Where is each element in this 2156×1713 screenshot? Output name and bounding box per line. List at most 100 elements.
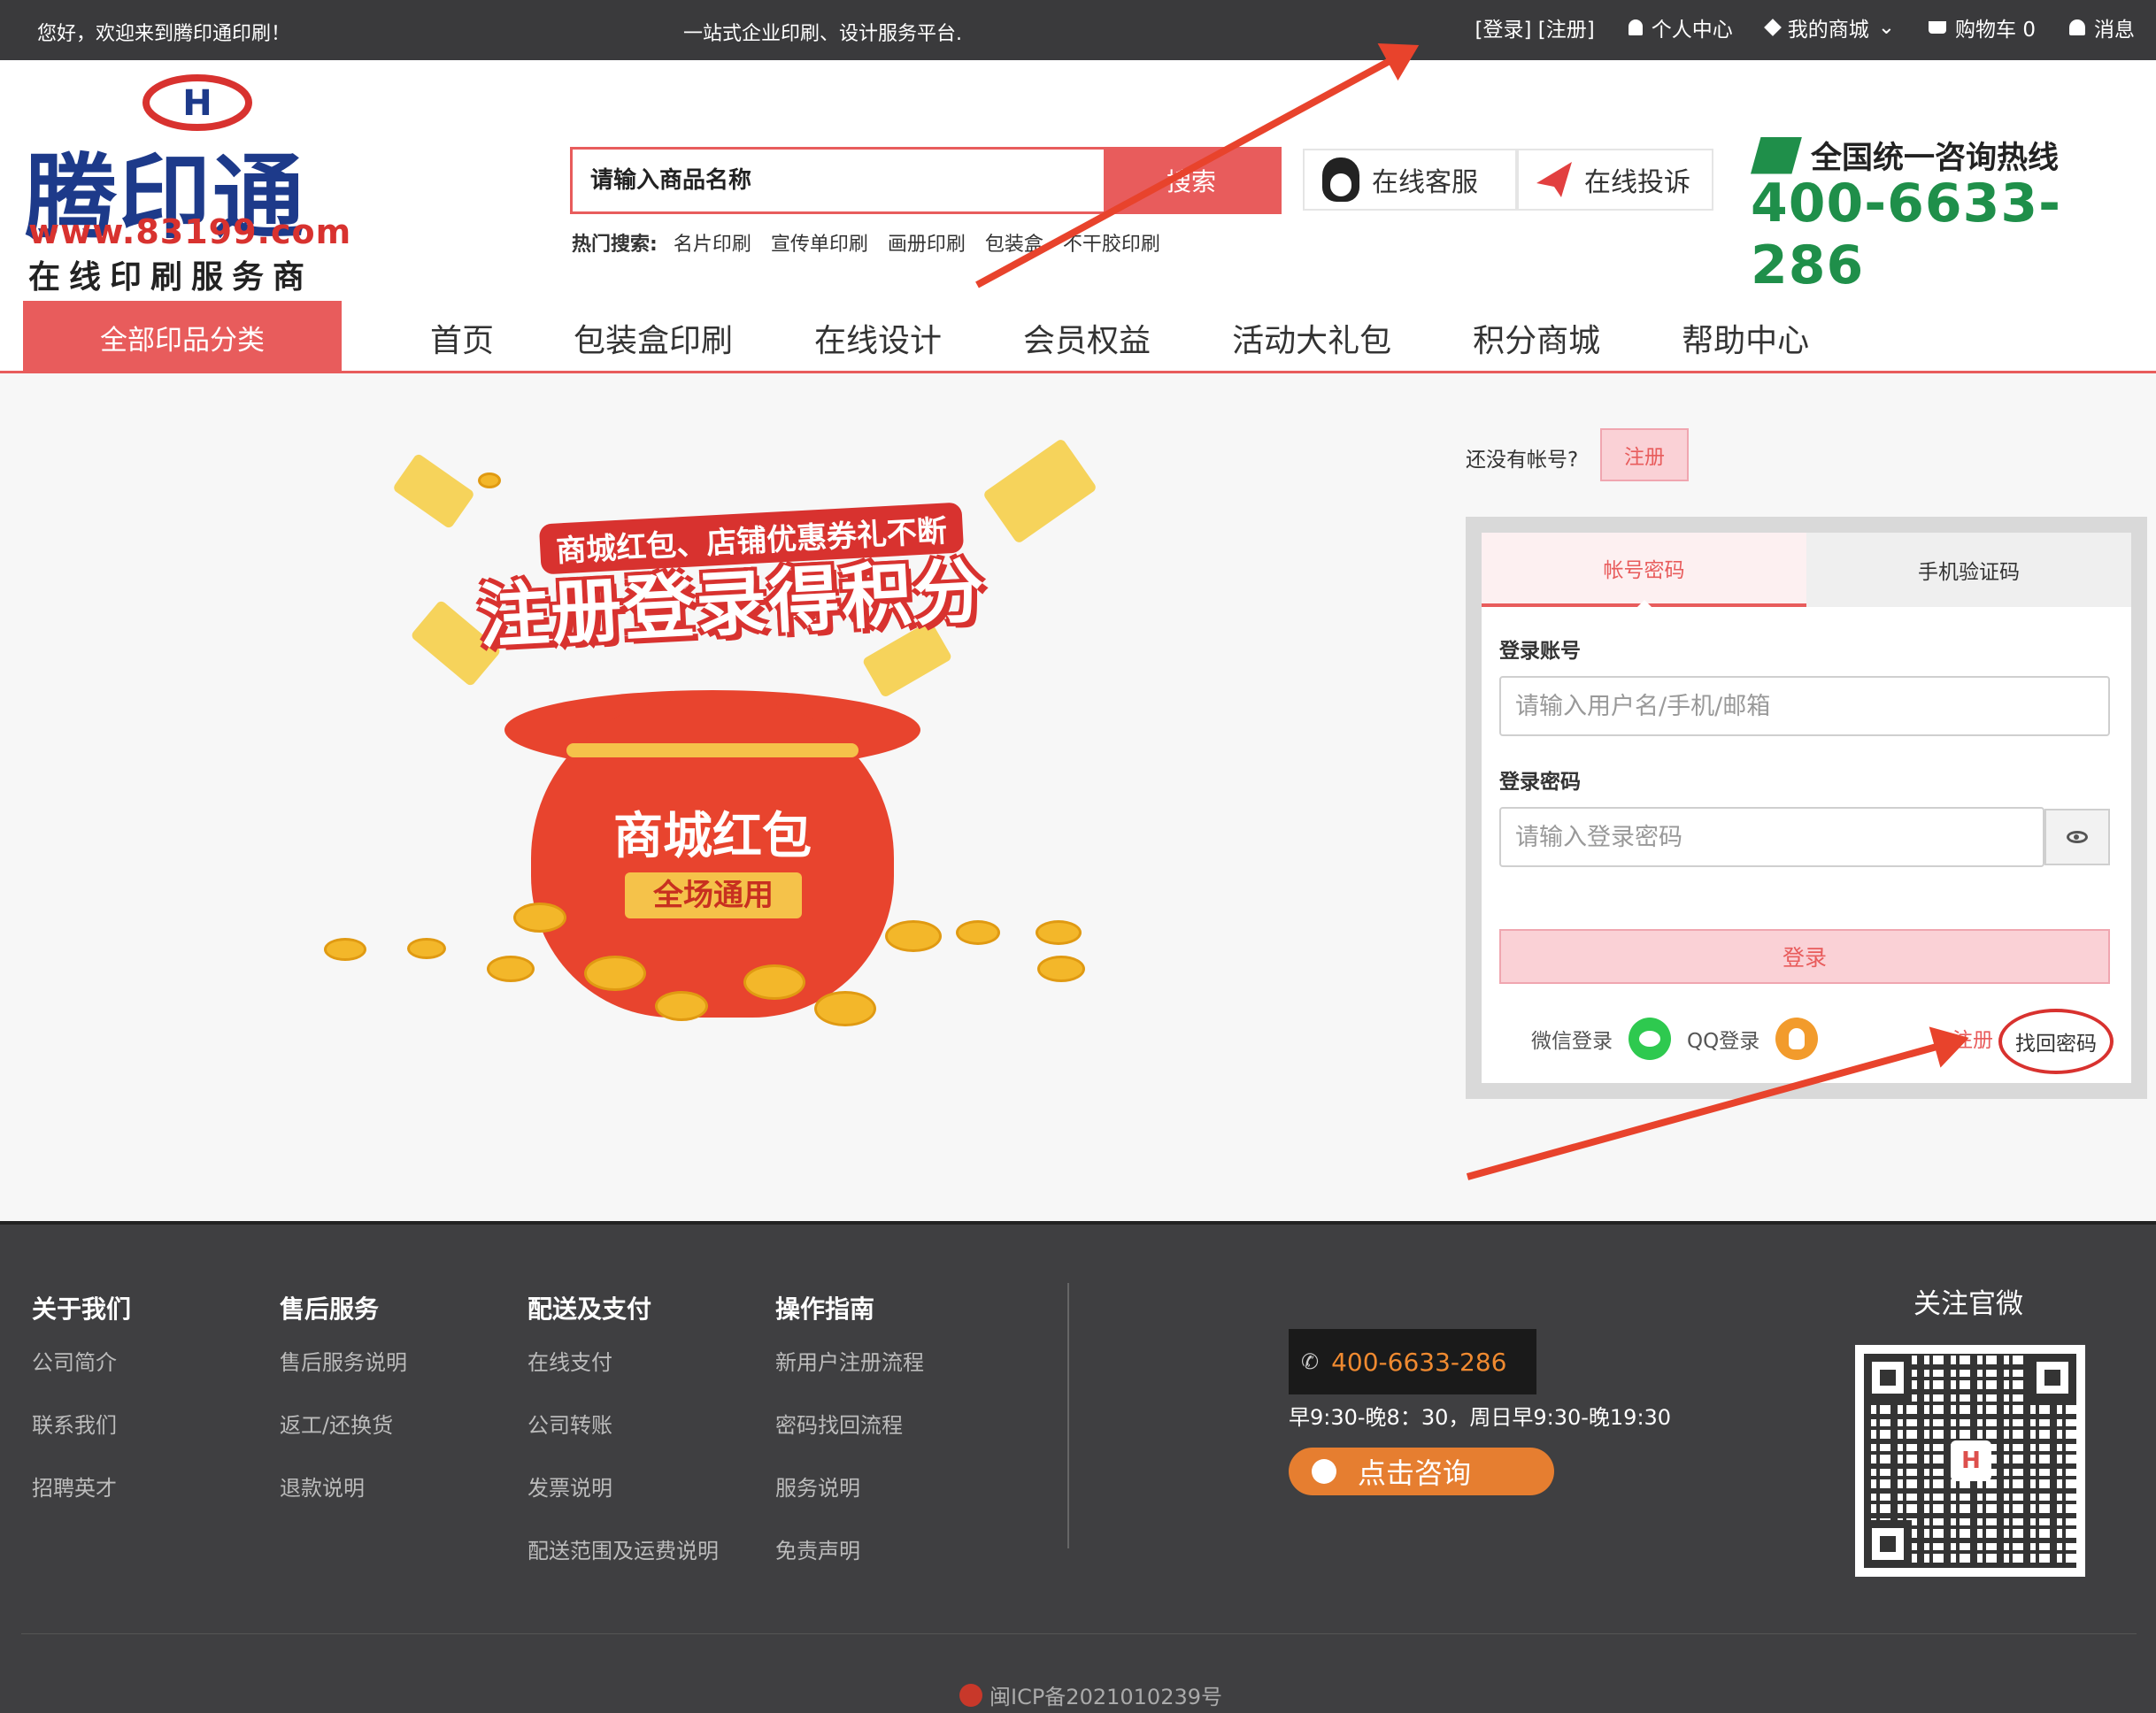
envelope-decoration <box>982 437 1098 545</box>
wechat-login[interactable]: 微信登录 <box>1531 1018 1671 1060</box>
footer-link[interactable]: 招聘英才 <box>32 1471 131 1502</box>
wechat-icon <box>1629 1018 1671 1060</box>
hot-search-item[interactable]: 宣传单印刷 <box>771 228 868 257</box>
coin-decoration <box>478 472 501 488</box>
online-service-label: 在线客服 <box>1372 167 1478 198</box>
nav-item-home[interactable]: 首页 <box>430 315 494 361</box>
login-form: 帐号密码 手机验证码 登录账号 登录密码 登录 微信登录 QQ登录 注册 找回密… <box>1482 533 2131 1083</box>
cart-link[interactable]: 购物车 0 <box>1929 12 2036 42</box>
footer-link[interactable]: 退款说明 <box>280 1471 407 1502</box>
follow-title: 关注官微 <box>1913 1288 2023 1320</box>
footer-link[interactable]: 公司转账 <box>527 1408 719 1439</box>
coin-decoration <box>814 991 876 1026</box>
consult-label: 点击咨询 <box>1358 1456 1472 1490</box>
footer-separator <box>21 1633 2137 1634</box>
coin-decoration <box>487 956 535 982</box>
my-store-link[interactable]: 我的商城 ⌄ <box>1763 12 1895 42</box>
bag-subtitle: 全场通用 <box>625 872 802 918</box>
nav-item-online-design[interactable]: 在线设计 <box>814 315 942 361</box>
login-register-link[interactable]: [登录] [注册] <box>1475 12 1595 42</box>
footer-link[interactable]: 免责声明 <box>775 1533 924 1564</box>
qq-icon <box>1775 1018 1819 1060</box>
footer-column-title: 操作指南 <box>775 1294 875 1324</box>
nav-item-help[interactable]: 帮助中心 <box>1682 315 1809 361</box>
coin-decoration <box>513 903 566 933</box>
cart-label: 购物车 0 <box>1955 19 2036 42</box>
footer-hours: 早9:30-晚8：30，周日早9:30-晚19:30 <box>1289 1405 1672 1430</box>
complaint-button[interactable]: 在线投诉 <box>1517 149 1713 211</box>
user-icon <box>1628 19 1643 35</box>
show-password-toggle[interactable] <box>2044 809 2110 865</box>
no-account-text: 还没有帐号? <box>1466 449 1579 472</box>
coin-decoration <box>743 964 805 1000</box>
footer-link[interactable]: 售后服务说明 <box>280 1345 407 1376</box>
qr-pattern: H <box>1864 1354 2076 1568</box>
footer-link[interactable]: 在线支付 <box>527 1345 719 1376</box>
footer-link[interactable]: 新用户注册流程 <box>775 1345 924 1376</box>
paper-plane-icon <box>1536 162 1572 197</box>
qr-logo-icon: H <box>1951 1440 1991 1481</box>
logo-tagline: 在线印刷服务商 <box>28 259 314 296</box>
all-categories-button[interactable]: 全部印品分类 <box>23 301 342 373</box>
hot-search-item[interactable]: 画册印刷 <box>888 228 966 257</box>
bag-title: 商城红包 <box>613 808 812 865</box>
tab-account-password[interactable]: 帐号密码 <box>1482 533 1806 607</box>
hot-search-item[interactable]: 名片印刷 <box>674 228 751 257</box>
coin-decoration <box>407 938 446 959</box>
footer-column-title: 关于我们 <box>32 1294 132 1324</box>
phone-icon <box>1312 1459 1336 1484</box>
consult-button[interactable]: 点击咨询 <box>1289 1448 1554 1495</box>
nav-item-points-mall[interactable]: 积分商城 <box>1473 315 1600 361</box>
promo-banner: 商城红包、店铺优惠券礼不断 注册登录得积分 商城红包 全场通用 <box>319 437 1151 1044</box>
personal-center-link[interactable]: 个人中心 <box>1628 12 1733 42</box>
footer-column-delivery: 配送及支付 在线支付 公司转账 发票说明 配送范围及运费说明 <box>527 1290 719 1596</box>
footer-link[interactable]: 公司简介 <box>32 1345 131 1376</box>
footer-link[interactable]: 服务说明 <box>775 1471 924 1502</box>
footer-divider <box>1067 1283 1069 1548</box>
qq-login-label: QQ登录 <box>1687 1030 1760 1053</box>
qr-finder <box>2029 1354 2076 1402</box>
bag-rope-decoration <box>566 743 859 757</box>
wechat-login-label: 微信登录 <box>1531 1030 1613 1053</box>
personal-center-label: 个人中心 <box>1651 19 1733 42</box>
password-input[interactable] <box>1499 807 2044 867</box>
footer-column-guide: 操作指南 新用户注册流程 密码找回流程 服务说明 免责声明 <box>775 1290 924 1596</box>
nav-item-member[interactable]: 会员权益 <box>1023 315 1151 361</box>
login-submit-button[interactable]: 登录 <box>1499 929 2110 984</box>
main-nav: 全部印品分类 首页 包装盒印刷 在线设计 会员权益 活动大礼包 积分商城 帮助中… <box>0 299 2156 373</box>
site-logo[interactable]: H 腾印通 www.83199.com 在线印刷服务商 <box>25 69 350 296</box>
messages-link[interactable]: 消息 <box>2069 12 2135 42</box>
qq-penguin-icon <box>1322 157 1359 202</box>
search-input[interactable] <box>573 150 1104 211</box>
messages-label: 消息 <box>2094 19 2135 42</box>
register-button[interactable]: 注册 <box>1600 428 1689 481</box>
footer-phone: ✆ 400-6633-286 <box>1289 1329 1536 1394</box>
slogan-text: 一站式企业印刷、设计服务平台. <box>683 23 962 45</box>
footer-link[interactable]: 返工/还换货 <box>280 1408 407 1439</box>
qr-finder <box>1864 1520 1912 1568</box>
password-label: 登录密码 <box>1499 771 1581 794</box>
coin-decoration <box>584 956 646 991</box>
account-label: 登录账号 <box>1499 640 1581 663</box>
footer-link[interactable]: 配送范围及运费说明 <box>527 1533 719 1564</box>
coin-decoration <box>885 920 942 952</box>
hot-search-label: 热门搜索: <box>572 234 658 256</box>
tab-sms-code[interactable]: 手机验证码 <box>1806 533 2131 607</box>
icp-record[interactable]: 闽ICP备2021010239号 <box>959 1679 1222 1710</box>
footer-column-about: 关于我们 公司简介 联系我们 招聘英才 <box>32 1290 131 1533</box>
footer-link[interactable]: 密码找回流程 <box>775 1408 924 1439</box>
account-input[interactable] <box>1499 676 2110 736</box>
envelope-decoration <box>391 452 476 530</box>
online-service-button[interactable]: 在线客服 <box>1303 149 1517 211</box>
nav-item-packaging[interactable]: 包装盒印刷 <box>574 315 733 361</box>
qq-login[interactable]: QQ登录 <box>1687 1018 1819 1060</box>
hotline-title: 全国统一咨询热线 <box>1811 141 2060 176</box>
nav-item-gift-pack[interactable]: 活动大礼包 <box>1232 315 1391 361</box>
footer-link[interactable]: 发票说明 <box>527 1471 719 1502</box>
cart-icon <box>1929 21 1947 34</box>
phone-icon: ✆ <box>1301 1349 1320 1374</box>
footer-column-title: 配送及支付 <box>527 1294 652 1324</box>
complaint-label: 在线投诉 <box>1584 167 1690 198</box>
footer-link[interactable]: 联系我们 <box>32 1408 131 1439</box>
forgot-password-link[interactable]: 找回密码 <box>1998 1009 2114 1074</box>
